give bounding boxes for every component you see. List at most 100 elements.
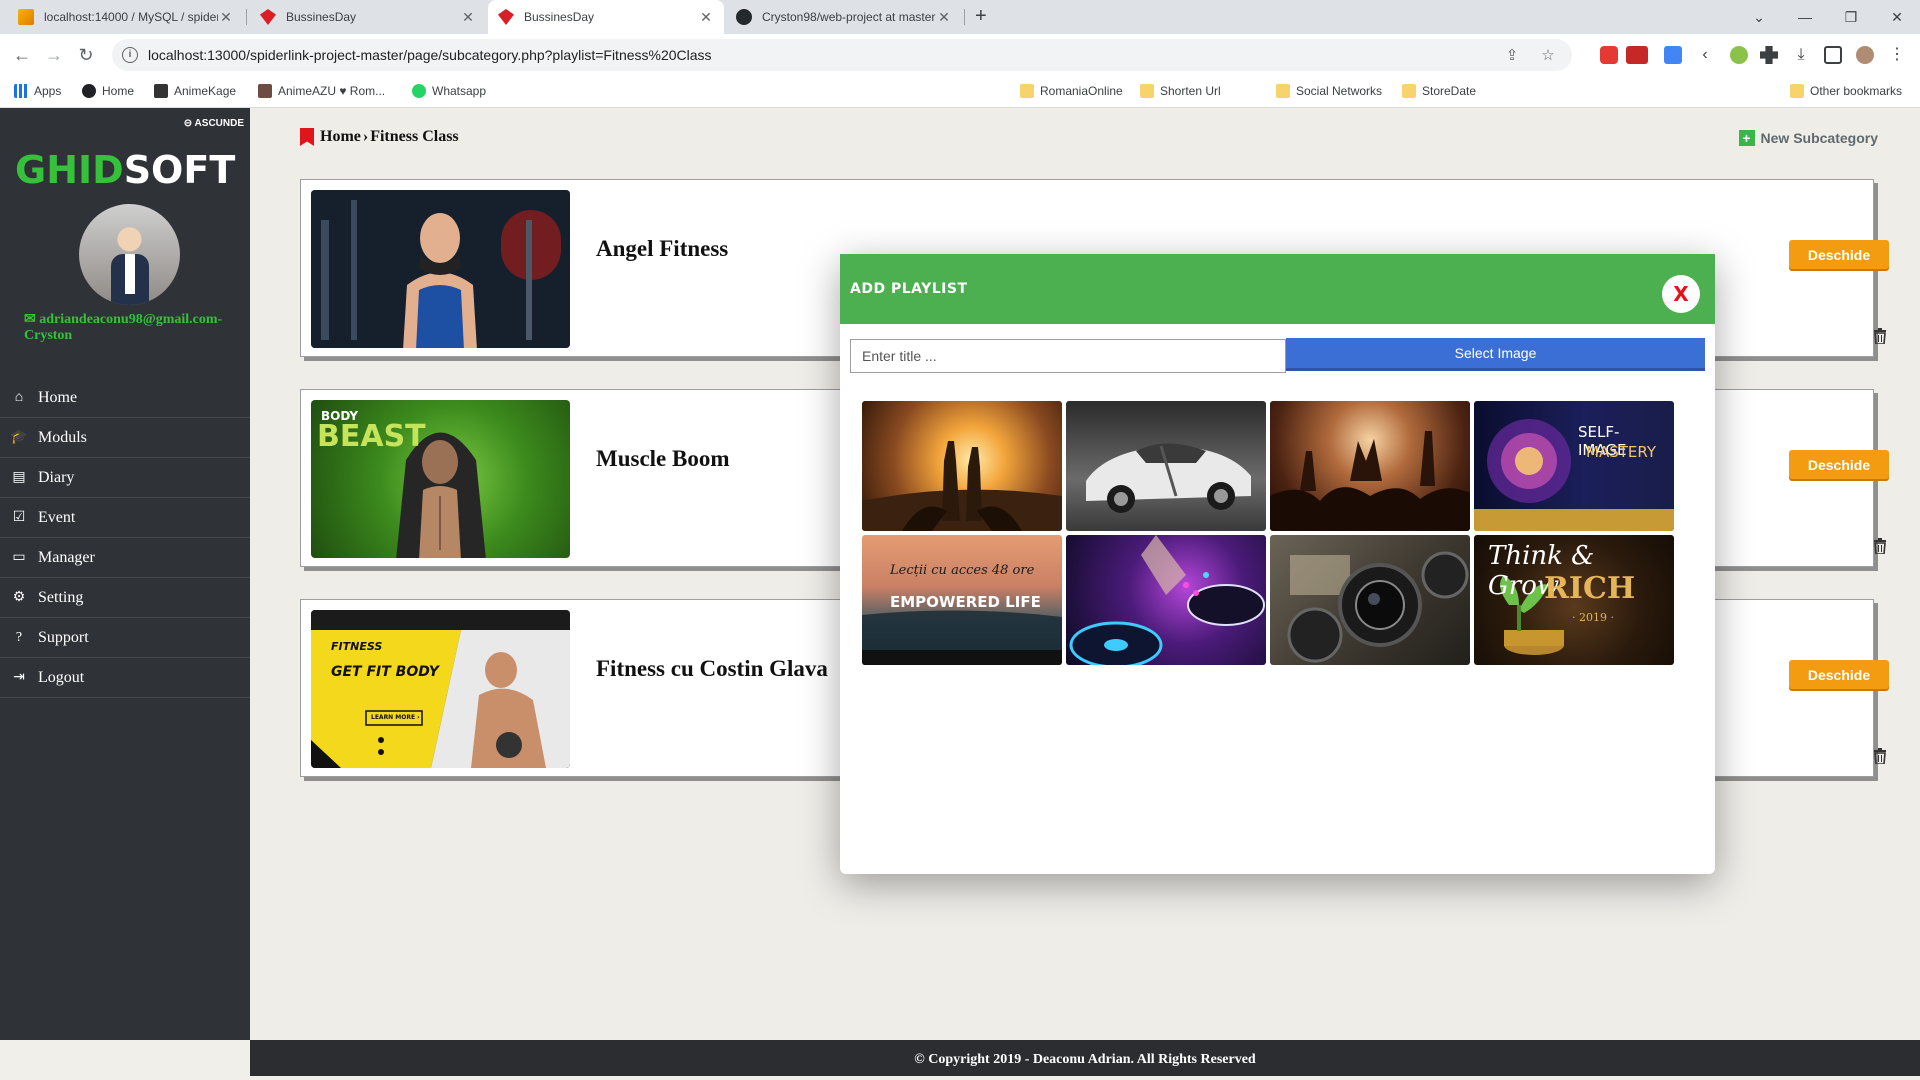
self-image-mastery-image[interactable]: SELF-IMAGE MASTERY — [1474, 401, 1674, 531]
sidebar-item-support[interactable]: ? Support — [0, 618, 250, 658]
modal-close-button[interactable]: X — [1662, 275, 1700, 313]
forward-icon[interactable]: → — [42, 43, 66, 67]
angel-fitness-thumbnail[interactable] — [311, 190, 570, 348]
close-icon[interactable]: ✕ — [218, 9, 234, 26]
bookmark-home[interactable]: Home — [82, 84, 134, 98]
reload-icon[interactable]: ↻ — [74, 43, 98, 67]
extensions-puzzle-icon[interactable] — [1760, 46, 1778, 64]
chevron-left-icon[interactable]: ‹ — [1696, 46, 1714, 64]
animeazu-icon — [258, 84, 272, 98]
learn-more-text: LEARN MORE › — [371, 714, 420, 721]
sidebar-item-label: Manager — [38, 548, 95, 566]
folder-icon — [1402, 84, 1416, 98]
calendar-check-icon: ☑ — [12, 510, 26, 525]
playlist-title-input[interactable] — [850, 339, 1286, 373]
whatsapp-icon — [412, 84, 426, 98]
home-site-icon — [82, 84, 96, 98]
side-panel-icon[interactable] — [1824, 46, 1842, 64]
tab-search-chevron-icon[interactable]: ⌄ — [1736, 0, 1782, 34]
address-bar[interactable]: i localhost:13000/spiderlink-project-mas… — [112, 39, 1572, 71]
camera-lenses-image[interactable] — [1270, 535, 1470, 665]
adblock-extension-icon[interactable] — [1600, 46, 1618, 64]
open-button[interactable]: Deschide — [1789, 450, 1889, 479]
concert-crowd-image[interactable] — [1270, 401, 1470, 531]
bookmark-apps[interactable]: Apps — [14, 84, 61, 98]
bookmark-label: Other bookmarks — [1810, 84, 1903, 98]
close-icon[interactable]: ✕ — [460, 9, 476, 26]
bookmark-other[interactable]: Other bookmarks — [1790, 84, 1902, 98]
trash-icon[interactable] — [1873, 538, 1887, 554]
translate-extension-icon[interactable] — [1664, 46, 1682, 64]
tab-label: Cryston98/web-project at master — [762, 10, 936, 24]
sidebar-item-diary[interactable]: ▤ Diary — [0, 458, 250, 498]
profile-avatar-icon[interactable] — [1856, 46, 1874, 64]
tab-label: localhost:14000 / MySQL / spider — [44, 10, 218, 24]
crowd-hands-graphic — [1270, 431, 1470, 531]
site-info-icon[interactable]: i — [122, 47, 138, 63]
tab-bussinesday-1[interactable]: BussinesDay ✕ — [250, 0, 486, 34]
trash-icon[interactable] — [1873, 328, 1887, 344]
menu-kebab-icon[interactable]: ⋮ — [1888, 46, 1906, 64]
sidebar-item-label: Diary — [38, 468, 75, 486]
tab-bussinesday-active[interactable]: BussinesDay ✕ — [488, 0, 724, 34]
think-grow-rich-image[interactable]: Think & Grow RICH · 2019 · — [1474, 535, 1674, 665]
open-button[interactable]: Deschide — [1789, 660, 1889, 689]
bookmark-label: StoreDate — [1422, 84, 1477, 98]
new-subcategory-button[interactable]: + New Subcategory — [1738, 130, 1878, 146]
close-icon[interactable]: ✕ — [698, 9, 714, 26]
share-icon[interactable]: ⇪ — [1500, 46, 1524, 64]
muscle-boom-thumbnail[interactable]: BODY BEAST — [311, 400, 570, 558]
trash-icon[interactable] — [1873, 748, 1887, 764]
sidebar-item-logout[interactable]: ⇥ Logout — [0, 658, 250, 698]
new-tab-icon[interactable]: + — [975, 5, 987, 28]
bookmark-social-networks[interactable]: Social Networks — [1276, 84, 1382, 98]
card-title: Angel Fitness — [596, 236, 729, 261]
ruby-icon — [498, 9, 514, 25]
minimize-icon[interactable]: — — [1782, 0, 1828, 34]
bookmark-shorten-url[interactable]: Shorten Url — [1140, 84, 1221, 98]
folder-icon — [1790, 84, 1804, 98]
bookmark-romaniaonline[interactable]: RomaniaOnline — [1020, 84, 1123, 98]
tab-label: BussinesDay — [286, 10, 357, 24]
white-sportscar-image[interactable] — [1066, 401, 1266, 531]
sidebar-item-label: Support — [38, 628, 89, 646]
dj-turntable-image[interactable] — [1066, 535, 1266, 665]
beer-sunset-image[interactable] — [862, 401, 1062, 531]
tab-github[interactable]: Cryston98/web-project at master ✕ — [726, 0, 962, 34]
fitness-text: FITNESS — [331, 640, 383, 653]
bookmark-star-icon[interactable]: ☆ — [1536, 46, 1560, 64]
breadcrumb-home[interactable]: Home — [320, 128, 361, 146]
counter-extension-icon[interactable] — [1626, 46, 1648, 64]
sidebar-item-event[interactable]: ☑ Event — [0, 498, 250, 538]
gears-icon: ⚙ — [12, 590, 26, 605]
phpmyadmin-icon — [18, 9, 34, 25]
bookmark-animeazu[interactable]: AnimeAZU ♥ Rom... — [258, 84, 385, 98]
tab-phpmyadmin[interactable]: localhost:14000 / MySQL / spider ✕ — [8, 0, 244, 34]
empowered-subtitle-caption: Lecții cu acces 48 ore — [890, 563, 1035, 578]
open-button[interactable]: Deschide — [1789, 240, 1889, 269]
bookmark-whatsapp[interactable]: Whatsapp — [412, 84, 486, 98]
download-icon[interactable]: ⤓ — [1792, 46, 1810, 64]
bookmark-label: Whatsapp — [432, 84, 487, 98]
sidebar-item-moduls[interactable]: 🎓 Moduls — [0, 418, 250, 458]
home-icon: ⌂ — [14, 389, 24, 405]
select-image-button[interactable]: Select Image — [1286, 338, 1705, 371]
close-icon[interactable]: ✕ — [936, 9, 952, 26]
sidebar-item-home[interactable]: ⌂ Home — [0, 378, 250, 418]
sidebar-item-setting[interactable]: ⚙ Setting — [0, 578, 250, 618]
plus-icon: + — [1738, 130, 1755, 146]
bookmark-storedate[interactable]: StoreDate — [1402, 84, 1476, 98]
sidebar-item-manager[interactable]: ▭ Manager — [0, 538, 250, 578]
window-close-icon[interactable]: ✕ — [1874, 0, 1920, 34]
new-subcategory-label: New Subcategory — [1760, 130, 1878, 146]
hide-sidebar-button[interactable]: ⊝ ASCUNDE — [184, 118, 244, 129]
extension-green-icon[interactable] — [1730, 46, 1748, 64]
back-icon[interactable]: ← — [10, 43, 34, 67]
bookmark-label: Social Networks — [1296, 84, 1383, 98]
empowered-life-image[interactable]: Lecții cu acces 48 ore EMPOWERED LIFE — [862, 535, 1062, 665]
get-fit-text: GET FIT BODY — [331, 664, 439, 680]
folder-icon — [1140, 84, 1154, 98]
bookmark-animekage[interactable]: AnimeKage — [154, 84, 236, 98]
fitness-glava-thumbnail[interactable]: FITNESS GET FIT BODY LEARN MORE › — [311, 610, 570, 768]
restore-icon[interactable]: ❐ — [1828, 0, 1874, 34]
